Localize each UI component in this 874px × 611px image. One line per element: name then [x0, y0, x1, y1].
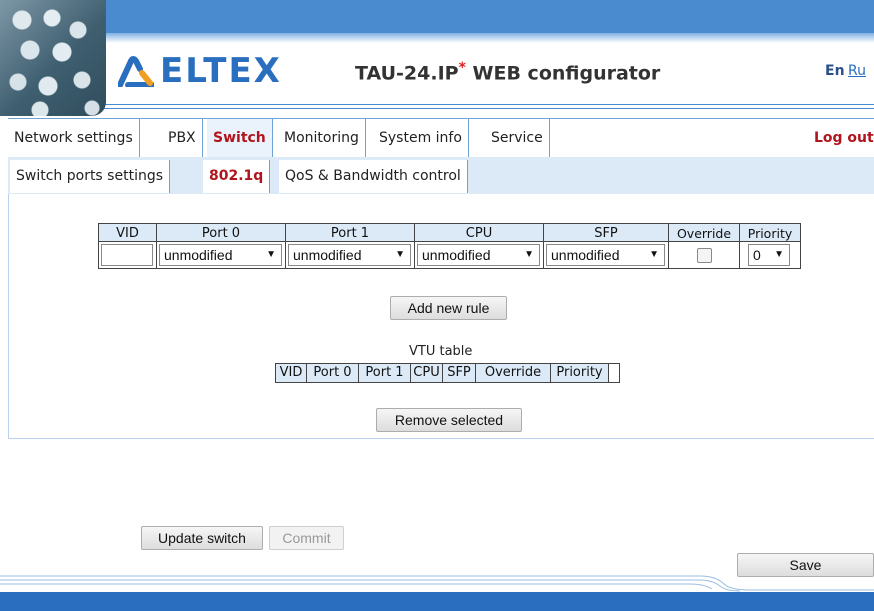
- tab-pbx[interactable]: PBX: [162, 119, 203, 157]
- col-header-override: Override: [668, 223, 740, 242]
- port1-select[interactable]: unmodified ▼: [288, 244, 411, 266]
- vtu-header-port0: Port 0: [306, 363, 359, 383]
- header-divider: [100, 104, 874, 105]
- logo-text: ELTEX: [160, 51, 282, 91]
- port0-select-value: unmodified: [164, 247, 233, 263]
- add-new-rule-button[interactable]: Add new rule: [390, 296, 507, 320]
- vid-input[interactable]: [101, 244, 153, 266]
- cpu-select[interactable]: unmodified ▼: [417, 244, 540, 266]
- col-header-port1: Port 1: [285, 223, 415, 242]
- tab-service[interactable]: Service: [485, 119, 550, 157]
- tab-system-info[interactable]: System info: [373, 119, 469, 157]
- sfp-select-value: unmodified: [551, 247, 620, 263]
- override-cell: [668, 241, 740, 269]
- subtab-802-1q[interactable]: 802.1q: [203, 160, 271, 193]
- col-header-sfp: SFP: [543, 223, 669, 242]
- vtu-header-priority: Priority: [550, 363, 609, 383]
- main-nav: Network settings PBX Switch Monitoring S…: [8, 118, 874, 158]
- port0-select[interactable]: unmodified ▼: [159, 244, 282, 266]
- chevron-down-icon: ▼: [524, 249, 534, 260]
- sfp-cell: unmodified ▼: [543, 241, 669, 269]
- chevron-down-icon: ▼: [266, 249, 276, 260]
- vtu-header-port1: Port 1: [358, 363, 411, 383]
- cpu-cell: unmodified ▼: [414, 241, 544, 269]
- product-star: *: [458, 60, 466, 76]
- vlan-panel: VID Port 0 Port 1 CPU SFP Override Prior…: [8, 194, 874, 439]
- lang-en-link[interactable]: En: [825, 63, 845, 79]
- header-band-gradient: [100, 33, 874, 43]
- priority-cell: 0 ▼: [739, 241, 801, 269]
- commit-button[interactable]: Commit: [269, 526, 344, 550]
- vtu-header-cpu: CPU: [410, 363, 443, 383]
- chevron-down-icon: ▼: [649, 249, 659, 260]
- footer-decoration: [0, 575, 874, 592]
- product-suffix: WEB configurator: [465, 62, 661, 85]
- remove-selected-button[interactable]: Remove selected: [376, 408, 522, 432]
- port1-cell: unmodified ▼: [285, 241, 415, 269]
- vtu-header-sfp: SFP: [442, 363, 476, 383]
- chevron-down-icon: ▼: [774, 249, 784, 260]
- tab-network-settings[interactable]: Network settings: [8, 119, 140, 157]
- page-title: TAU-24.IP* WEB configurator: [355, 60, 660, 84]
- header-divider: [100, 108, 874, 109]
- subtab-qos-bandwidth[interactable]: QoS & Bandwidth control: [279, 160, 468, 193]
- footer-band: [0, 592, 874, 611]
- port0-cell: unmodified ▼: [156, 241, 286, 269]
- lang-ru-link[interactable]: Ru: [848, 63, 866, 79]
- eltex-logo-icon: [118, 56, 154, 87]
- col-header-vid: VID: [98, 223, 157, 242]
- col-header-priority: Priority: [739, 223, 801, 242]
- logout-link[interactable]: Log out: [814, 119, 874, 157]
- tab-switch[interactable]: Switch: [207, 119, 273, 157]
- vtu-header-override: Override: [475, 363, 551, 383]
- subtab-switch-ports-settings[interactable]: Switch ports settings: [10, 160, 171, 193]
- vtu-header-vid: VID: [275, 363, 307, 383]
- eltex-logo: ELTEX: [118, 51, 282, 91]
- override-checkbox[interactable]: [697, 248, 712, 263]
- col-header-port0: Port 0: [156, 223, 286, 242]
- vtu-table-caption: VTU table: [409, 344, 473, 359]
- vtu-header-select: [608, 363, 620, 383]
- vid-cell: [98, 241, 157, 269]
- priority-select[interactable]: 0 ▼: [748, 244, 790, 266]
- sub-nav: Switch ports settings 802.1q QoS & Bandw…: [8, 157, 874, 195]
- header-photo: [0, 0, 106, 116]
- header: ELTEX TAU-24.IP* WEB configurator En Ru: [0, 0, 874, 118]
- cpu-select-value: unmodified: [422, 247, 491, 263]
- chevron-down-icon: ▼: [395, 249, 405, 260]
- update-switch-button[interactable]: Update switch: [141, 526, 263, 550]
- tab-monitoring[interactable]: Monitoring: [278, 119, 366, 157]
- product-name: TAU-24.IP: [355, 62, 459, 85]
- header-band: [100, 0, 874, 33]
- sfp-select[interactable]: unmodified ▼: [546, 244, 665, 266]
- col-header-cpu: CPU: [414, 223, 544, 242]
- port1-select-value: unmodified: [293, 247, 362, 263]
- priority-select-value: 0: [753, 247, 761, 263]
